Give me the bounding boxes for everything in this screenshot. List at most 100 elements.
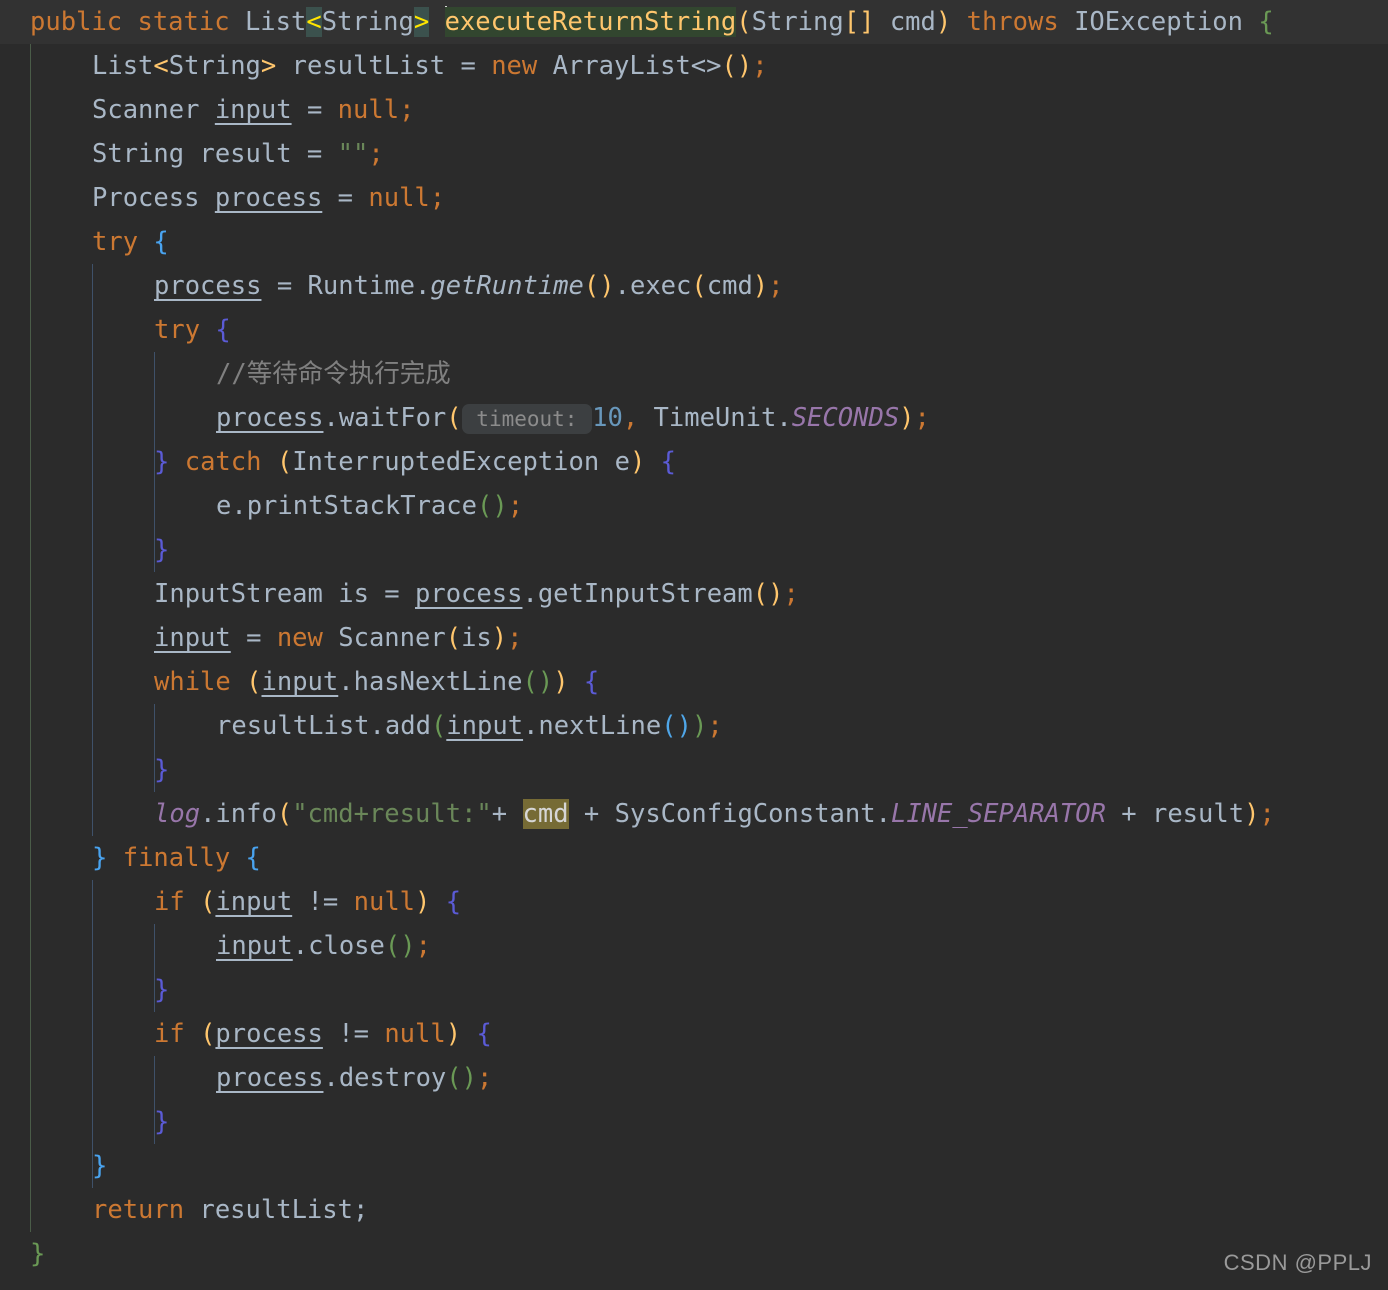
code-line-27[interactable]: }	[0, 1144, 1388, 1188]
tok-if: if	[154, 887, 201, 917]
tok-inputstream-decl: InputStream is =	[154, 579, 415, 609]
code-line-1[interactable]: public static List<String> executeReturn…	[0, 0, 1388, 44]
tok-seconds-constant: SECONDS	[791, 403, 900, 433]
tok-paren-close: )	[1244, 799, 1260, 829]
tok-throws: throws	[951, 7, 1075, 37]
code-line-23[interactable]: }	[0, 968, 1388, 1012]
tok-paren-close: )	[445, 1019, 462, 1049]
tok-brace-open-finally: {	[245, 843, 261, 873]
tok-space	[461, 1019, 476, 1049]
tok-resultList-add: resultList.add	[216, 711, 431, 741]
code-line-19[interactable]: log.info("cmd+result:"+ cmd + SysConfigC…	[0, 792, 1388, 836]
code-line-3[interactable]: Scanner input = null;	[0, 88, 1388, 132]
tok-paren-open: (	[246, 667, 262, 697]
tok-paren-open: (	[384, 931, 401, 961]
tok-semicolon: ;	[507, 623, 523, 653]
tok-assign: =	[291, 95, 338, 125]
tok-paren-close: )	[691, 711, 708, 741]
tok-semicolon: ;	[399, 95, 415, 125]
tok-cmd-highlighted: cmd	[522, 799, 569, 829]
tok-arg-cmd: cmd	[706, 271, 753, 301]
tok-paren-close: )	[461, 1063, 478, 1093]
tok-while: while	[154, 667, 247, 697]
code-line-25[interactable]: process.destroy();	[0, 1056, 1388, 1100]
tok-space	[429, 7, 444, 37]
code-line-26[interactable]: }	[0, 1100, 1388, 1144]
tok-semicolon: ;	[429, 183, 446, 213]
tok-paren-open: (	[721, 51, 737, 81]
tok-semicolon: ;	[507, 491, 524, 521]
tok-getInputStream: .getInputStream	[522, 579, 753, 609]
tok-waitFor: .waitFor	[323, 403, 447, 433]
code-line-22[interactable]: input.close();	[0, 924, 1388, 968]
tok-return-value: resultList;	[199, 1195, 369, 1225]
tok-null: null	[353, 887, 416, 917]
tok-angle-open: <	[153, 51, 169, 81]
tok-var-process: process	[214, 183, 323, 213]
code-line-4[interactable]: String result = "";	[0, 132, 1388, 176]
tok-semicolon: ;	[415, 931, 431, 961]
code-line-11[interactable]: } catch (InterruptedException e) {	[0, 440, 1388, 484]
tok-array-brackets: []	[843, 7, 875, 37]
tok-catch: catch	[169, 447, 277, 477]
tok-paren-open: (	[583, 271, 600, 301]
tok-semicolon: ;	[914, 403, 930, 433]
tok-brace-close-try-inner: }	[154, 447, 170, 477]
code-line-6[interactable]: try {	[0, 220, 1388, 264]
tok-space	[569, 667, 584, 697]
tok-paren-open2: (	[691, 271, 707, 301]
tok-var-input: input	[215, 887, 293, 917]
tok-not-equal: !=	[322, 1019, 385, 1049]
code-line-9[interactable]: //等待命令执行完成	[0, 352, 1388, 396]
tok-var-input: input	[214, 95, 292, 125]
tok-brace-close-method: }	[30, 1239, 46, 1269]
tok-paren-close: )	[599, 271, 615, 301]
tok-space	[645, 447, 660, 477]
tok-angle-open-highlighted: <	[306, 7, 322, 37]
code-editor[interactable]: public static List<String> executeReturn…	[0, 0, 1388, 1290]
code-line-12[interactable]: e.printStackTrace();	[0, 484, 1388, 528]
tok-arraylist: ArrayList<>	[552, 51, 722, 81]
code-line-16[interactable]: while (input.hasNextLine()) {	[0, 660, 1388, 704]
tok-paren-open: (	[276, 799, 293, 829]
code-line-21[interactable]: if (input != null) {	[0, 880, 1388, 924]
tok-runtime: = Runtime.	[261, 271, 431, 301]
tok-brace-open-while: {	[583, 667, 600, 697]
tok-semicolon: ;	[1259, 799, 1275, 829]
code-line-7[interactable]: process = Runtime.getRuntime().exec(cmd)…	[0, 264, 1388, 308]
tok-scanner: Scanner	[338, 623, 446, 653]
code-line-29[interactable]: }	[0, 1232, 1388, 1276]
code-line-24[interactable]: if (process != null) {	[0, 1012, 1388, 1056]
tok-paren-open: (	[430, 711, 447, 741]
tok-nextLine: .nextLine	[523, 711, 662, 741]
tok-space2	[1243, 7, 1258, 37]
tok-brace-open-method: {	[1258, 7, 1274, 37]
tok-info-method: .info	[200, 799, 277, 829]
tok-comment-chinese: //等待命令执行完成	[216, 359, 451, 389]
code-line-20[interactable]: } finally {	[0, 836, 1388, 880]
code-line-8[interactable]: try {	[0, 308, 1388, 352]
tok-brace-close-catch: }	[154, 535, 170, 565]
code-line-17[interactable]: resultList.add(input.nextLine());	[0, 704, 1388, 748]
code-line-2[interactable]: List<String> resultList = new ArrayList<…	[0, 44, 1388, 88]
tok-new: new	[491, 51, 553, 81]
code-line-28[interactable]: return resultList;	[0, 1188, 1388, 1232]
code-lines[interactable]: public static List<String> executeReturn…	[0, 0, 1388, 1276]
code-line-15[interactable]: input = new Scanner(is);	[0, 616, 1388, 660]
code-line-13[interactable]: }	[0, 528, 1388, 572]
code-line-18[interactable]: }	[0, 748, 1388, 792]
code-line-5[interactable]: Process process = null;	[0, 176, 1388, 220]
tok-hasNextLine: .hasNextLine	[338, 667, 523, 697]
tok-paren-close: )	[736, 51, 753, 81]
tok-var-input: input	[446, 711, 524, 741]
tok-brace-close-if2: }	[154, 1107, 170, 1137]
tok-brace-close-if: }	[154, 975, 170, 1005]
tok-param-name: cmd	[874, 7, 936, 37]
code-line-14[interactable]: InputStream is = process.getInputStream(…	[0, 572, 1388, 616]
tok-getRuntime: getRuntime	[430, 271, 584, 301]
tok-not-equal: !=	[292, 887, 354, 917]
code-line-10[interactable]: process.waitFor( timeout: 10, TimeUnit.S…	[0, 396, 1388, 440]
tok-paren-close: )	[553, 667, 569, 697]
tok-brace-open-catch: {	[660, 447, 677, 477]
tok-sysconfigconstant: + SysConfigConstant.	[568, 799, 891, 829]
